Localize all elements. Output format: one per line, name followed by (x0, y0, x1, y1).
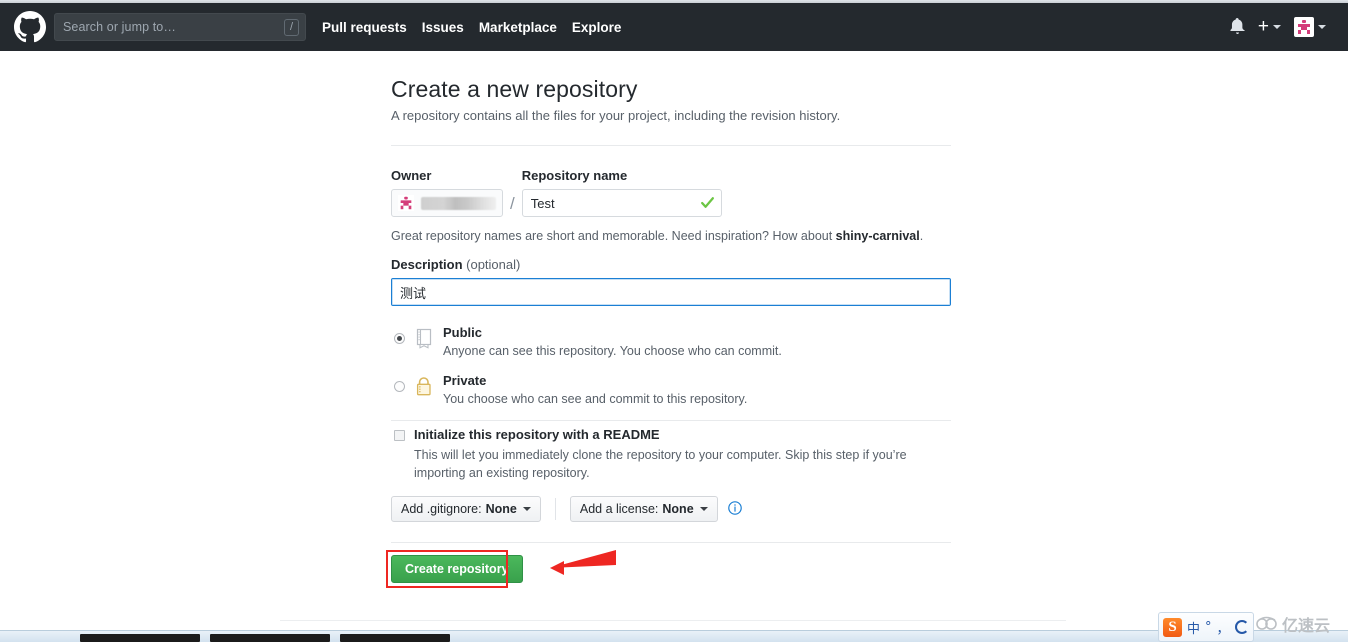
initialize-readme-text: Initialize this repository with a README… (414, 427, 950, 482)
watermark-text: 亿速云 (1282, 616, 1331, 635)
divider (554, 498, 556, 520)
visibility-public-title: Public (443, 325, 483, 340)
watermark: 亿速云 (1256, 612, 1330, 636)
repository-name-input[interactable] (521, 189, 722, 217)
hint-prefix: Great repository names are short and mem… (391, 229, 836, 243)
owner-repo-separator: / (510, 194, 515, 213)
add-license-prefix: Add a license: (579, 502, 659, 516)
hint-suggestion: shiny-carnival (835, 229, 920, 243)
visibility-option-private[interactable]: Private You choose who can see and commi… (391, 372, 951, 406)
create-repository-button-wrap: Create repository (386, 550, 523, 588)
description-label: Description (optional) (391, 257, 951, 272)
page-subtitle: A repository contains all the files for … (391, 108, 841, 123)
user-menu[interactable] (1294, 17, 1326, 37)
visibility-private-text: Private You choose who can see and commi… (443, 372, 747, 406)
owner-label: Owner (391, 168, 432, 183)
add-gitignore-prefix: Add .gitignore: (401, 502, 482, 516)
checkbox-initialize-readme[interactable] (394, 430, 405, 441)
header-actions: + (1230, 17, 1334, 37)
radio-public[interactable] (394, 333, 405, 344)
avatar (1294, 17, 1314, 37)
repository-name-row: Owner / Repository name Test (391, 168, 951, 217)
taskbar (0, 630, 1348, 642)
github-header: Search or jump to… / Pull requests Issue… (0, 3, 1348, 51)
owner-name-redacted (421, 196, 496, 210)
repository-name-label: Repository name (521, 168, 628, 183)
ime-mode-chinese[interactable]: 中 (1187, 618, 1200, 637)
create-repository-form: Create a new repository A repository con… (386, 76, 951, 588)
github-octocat-logo[interactable] (14, 11, 46, 43)
plus-icon: + (1257, 16, 1269, 37)
ime-mode-fullwidth[interactable]: ° (1205, 620, 1212, 635)
add-gitignore-value: None (485, 502, 517, 516)
owner-avatar-icon (398, 195, 414, 211)
bell-icon[interactable] (1230, 17, 1245, 37)
owner-selector[interactable] (391, 189, 503, 217)
create-new-menu[interactable]: + (1257, 16, 1281, 37)
description-input[interactable] (391, 278, 951, 306)
visibility-private-title: Private (443, 373, 487, 388)
description-field-group: Description (optional) (391, 257, 951, 306)
add-license-button[interactable]: Add a license: None (569, 496, 718, 522)
lock-icon (414, 376, 436, 400)
nav-item-marketplace[interactable]: Marketplace (479, 20, 557, 35)
divider (391, 145, 951, 146)
header-nav: Pull requests Issues Marketplace Explore (322, 20, 621, 35)
initialize-readme-title: Initialize this repository with a README (414, 427, 660, 442)
search-placeholder: Search or jump to… (63, 20, 176, 34)
repository-name-hint: Great repository names are short and mem… (391, 229, 951, 243)
repo-book-icon (414, 328, 436, 352)
page-title: Create a new repository (391, 76, 638, 102)
chevron-down-icon (1318, 25, 1326, 29)
initialize-readme-description: This will let you immediately clone the … (414, 448, 907, 480)
add-license-value: None (662, 502, 694, 516)
footer-divider (280, 620, 1066, 621)
info-circle-icon[interactable] (727, 500, 742, 518)
visibility-options: Public Anyone can see this repository. Y… (391, 324, 951, 406)
ime-toolbar[interactable]: S 中 ° ， (1158, 612, 1254, 642)
initialize-readme-row[interactable]: Initialize this repository with a README… (391, 427, 951, 482)
divider (391, 420, 951, 421)
description-label-text: Description (391, 257, 463, 272)
owner-field-group: Owner (391, 168, 503, 217)
check-icon (700, 195, 715, 213)
sogou-logo-icon[interactable]: S (1163, 617, 1182, 637)
create-repository-button[interactable]: Create repository (391, 555, 523, 583)
nav-item-pull-requests[interactable]: Pull requests (322, 20, 407, 35)
cloud-logo-icon (1256, 615, 1278, 634)
ime-circle-icon[interactable] (1234, 620, 1249, 634)
search-shortcut-badge: / (284, 19, 299, 36)
radio-private[interactable] (394, 381, 405, 392)
template-options-row: Add .gitignore: None Add a license: None (391, 496, 951, 522)
visibility-option-public[interactable]: Public Anyone can see this repository. Y… (391, 324, 951, 358)
repository-name-field-group: Repository name (521, 168, 722, 217)
taskbar-window[interactable] (340, 634, 450, 642)
search-input[interactable]: Search or jump to… / (54, 13, 306, 41)
add-gitignore-button[interactable]: Add .gitignore: None (391, 496, 541, 522)
nav-item-issues[interactable]: Issues (422, 20, 464, 35)
taskbar-window[interactable] (210, 634, 330, 642)
description-label-optional: (optional) (466, 257, 521, 272)
visibility-public-description: Anyone can see this repository. You choo… (443, 344, 782, 358)
nav-item-explore[interactable]: Explore (572, 20, 622, 35)
chevron-down-icon (522, 507, 531, 511)
visibility-public-text: Public Anyone can see this repository. Y… (443, 324, 782, 358)
taskbar-window[interactable] (80, 634, 200, 642)
visibility-private-description: You choose who can see and commit to thi… (443, 392, 748, 406)
divider (391, 542, 951, 543)
ime-mode-punctuation[interactable]: ， (1217, 618, 1230, 637)
hint-suffix: . (919, 229, 924, 243)
chevron-down-icon (699, 507, 708, 511)
chevron-down-icon (1273, 25, 1281, 29)
